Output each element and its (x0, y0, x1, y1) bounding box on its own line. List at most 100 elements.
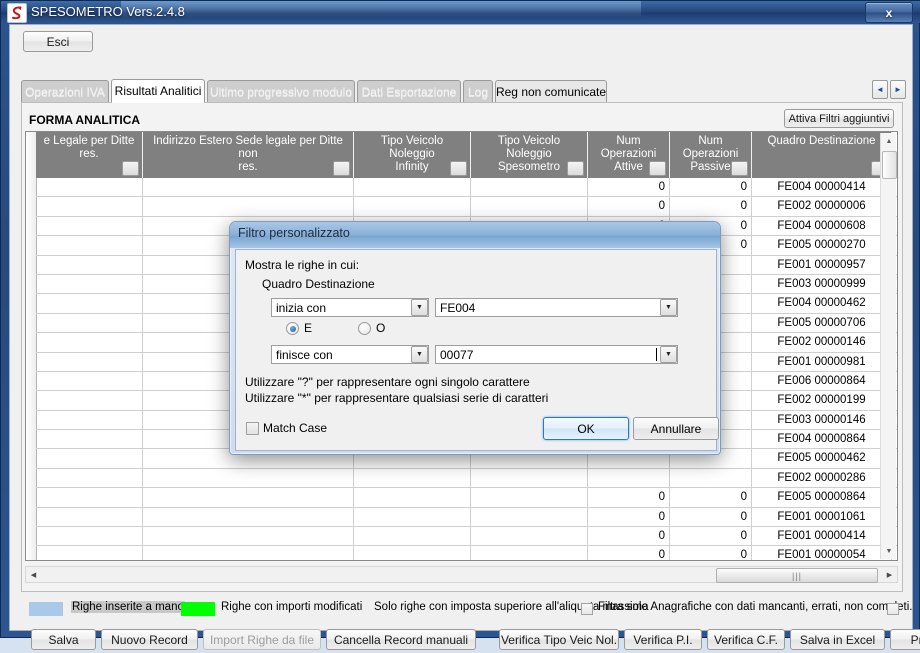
table-cell[interactable]: FE002 00000286 (752, 468, 892, 488)
chevron-down-icon[interactable]: ▼ (660, 299, 677, 316)
table-row[interactable]: 0 0 FE001 00000414 (36, 527, 897, 547)
table-cell[interactable] (471, 546, 588, 560)
table-cell[interactable] (471, 488, 588, 507)
table-cell[interactable] (354, 527, 471, 546)
table-cell[interactable]: 0 (588, 488, 670, 507)
table-cell[interactable]: FE001 00000054 (752, 546, 892, 560)
table-cell[interactable] (36, 507, 143, 527)
table-cell[interactable]: FE005 00000270 (752, 236, 892, 255)
table-cell[interactable] (36, 313, 143, 333)
match-case-checkbox[interactable] (246, 422, 259, 435)
tab-scroll-prev-icon[interactable]: ◄ (872, 80, 888, 99)
table-cell[interactable]: FE005 00000462 (752, 449, 892, 468)
table-cell[interactable] (36, 527, 143, 546)
chevron-down-icon[interactable]: ▼ (660, 346, 677, 363)
chevron-down-icon[interactable]: ▼ (411, 299, 428, 316)
table-cell[interactable]: 0 (588, 178, 670, 197)
table-cell[interactable]: 0 (670, 527, 752, 546)
table-cell[interactable]: FE001 00000414 (752, 527, 892, 546)
verifica-c-f-button[interactable]: Verifica C.F. (707, 629, 785, 650)
table-cell[interactable] (354, 507, 471, 527)
salva-in-excel-button[interactable]: Salva in Excel (790, 629, 885, 650)
table-cell[interactable] (36, 294, 143, 313)
table-cell[interactable]: FE002 00000199 (752, 391, 892, 410)
scroll-down-icon[interactable]: ▼ (881, 543, 897, 559)
table-cell[interactable] (471, 178, 588, 197)
column-header-6[interactable]: Quadro Destinazione (752, 132, 892, 178)
table-cell[interactable] (471, 507, 588, 527)
salva-button[interactable]: Salva (31, 629, 96, 650)
attiva-filtri-aggiuntivi-button[interactable]: Attiva Filtri aggiuntivi (784, 109, 894, 128)
vertical-scrollbar-thumb[interactable] (882, 151, 897, 179)
table-row[interactable]: FE002 00000286 (36, 468, 897, 489)
close-button[interactable]: x (865, 2, 913, 23)
radio-and[interactable] (286, 322, 299, 335)
cancella-record-manuali-button[interactable]: Cancella Record manuali (326, 629, 476, 650)
table-cell[interactable] (471, 468, 588, 488)
tab-reg-non-comunicate[interactable]: Reg non comunicate (495, 80, 607, 102)
column-header-1[interactable]: Indirizzo Estero Sede legale per Ditte n… (143, 132, 354, 178)
table-cell[interactable] (143, 546, 354, 560)
column-filter-icon[interactable] (333, 161, 350, 176)
table-cell[interactable]: 0 (588, 197, 670, 216)
table-cell[interactable]: 0 (588, 546, 670, 560)
esci-button[interactable]: Esci (23, 31, 93, 52)
table-cell[interactable] (36, 488, 143, 507)
grid-horizontal-scrollbar[interactable]: ◀ ||| ▶ (25, 566, 898, 583)
table-cell[interactable] (36, 216, 143, 236)
table-cell[interactable]: FE002 00000006 (752, 197, 892, 216)
table-row[interactable]: 0 0 FE005 00000864 (36, 488, 897, 508)
ok-button[interactable]: OK (543, 417, 629, 440)
value1-combobox[interactable]: FE004 ▼ (435, 298, 678, 317)
table-cell[interactable] (354, 197, 471, 216)
table-cell[interactable]: FE004 00000414 (752, 178, 892, 197)
table-cell[interactable]: 0 (588, 507, 670, 527)
table-cell[interactable] (143, 507, 354, 527)
table-row[interactable]: 0 0 FE001 00001061 (36, 507, 897, 528)
radio-or[interactable] (358, 322, 371, 335)
table-cell[interactable] (36, 255, 143, 274)
table-cell[interactable]: 0 (670, 488, 752, 507)
table-cell[interactable]: FE002 00000146 (752, 333, 892, 352)
table-cell[interactable] (36, 274, 143, 294)
table-cell[interactable] (354, 488, 471, 507)
table-row[interactable]: 0 0 FE001 00000054 (36, 546, 897, 560)
table-cell[interactable]: 0 (670, 546, 752, 560)
operator1-dropdown[interactable]: inizia con ▼ (271, 298, 429, 317)
scroll-up-icon[interactable]: ▲ (881, 133, 897, 149)
table-cell[interactable]: FE001 00000981 (752, 352, 892, 371)
table-cell[interactable] (143, 178, 354, 197)
scroll-left-icon[interactable]: ◀ (26, 567, 41, 582)
procedi-button[interactable]: Procedi (890, 629, 920, 650)
tab-risultati-analitici[interactable]: Risultati Analitici (111, 79, 205, 103)
table-cell[interactable]: FE004 00000608 (752, 216, 892, 236)
table-row[interactable]: 0 0 FE002 00000006 (36, 197, 897, 217)
table-cell[interactable] (471, 197, 588, 216)
table-cell[interactable]: 0 (670, 197, 752, 216)
table-cell[interactable]: 0 (588, 527, 670, 546)
column-filter-icon[interactable] (649, 161, 666, 176)
column-filter-icon[interactable] (450, 161, 467, 176)
nuovo-record-button[interactable]: Nuovo Record (101, 629, 198, 650)
table-cell[interactable]: FE003 00000146 (752, 410, 892, 430)
table-cell[interactable] (36, 352, 143, 371)
table-cell[interactable] (354, 468, 471, 488)
table-cell[interactable]: FE006 00000864 (752, 371, 892, 391)
table-cell[interactable] (36, 371, 143, 391)
table-cell[interactable]: FE004 00000864 (752, 430, 892, 449)
column-header-0[interactable]: e Legale per Ditte res. (36, 132, 143, 178)
column-filter-icon[interactable] (731, 161, 748, 176)
chevron-down-icon[interactable]: ▼ (411, 346, 428, 363)
table-cell[interactable] (143, 527, 354, 546)
table-cell[interactable] (471, 527, 588, 546)
verifica-tipo-veic-nol-button[interactable]: Verifica Tipo Veic Nol. (499, 629, 619, 650)
table-cell[interactable] (36, 197, 143, 216)
imposta-filter-checkbox[interactable] (581, 603, 593, 615)
column-header-5[interactable]: Num Operazioni Passive (670, 132, 752, 178)
column-header-3[interactable]: Tipo Veicolo Noleggio Spesometro (471, 132, 588, 178)
table-cell[interactable] (36, 236, 143, 255)
table-cell[interactable] (36, 410, 143, 430)
column-header-4[interactable]: Num Operazioni Attive (588, 132, 670, 178)
table-cell[interactable] (36, 430, 143, 449)
column-filter-icon[interactable] (122, 161, 139, 176)
